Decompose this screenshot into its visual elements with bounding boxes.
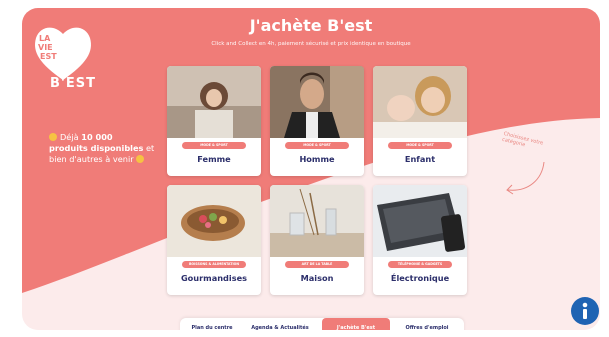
category-label: Électronique [390, 273, 450, 283]
promo-highlight: produits disponibles [49, 143, 144, 154]
category-tag: BOISSONS & ALIMENTATION [182, 261, 246, 268]
category-tag: MODE & SPORT [182, 142, 246, 149]
logo-text-est: EST [40, 52, 57, 61]
nav-item-plan[interactable]: Plan du centre [186, 318, 238, 330]
category-label: Gourmandises [180, 273, 248, 283]
page-subtitle: Click and Collect en 4h, paiement sécuri… [211, 41, 411, 47]
nav-item-offres[interactable]: Offres d'emploi [394, 318, 460, 330]
category-label: Maison [300, 273, 334, 283]
category-card-gourmandises[interactable]: BOISSONS & ALIMENTATION Gourmandises [167, 185, 261, 295]
category-card-homme[interactable]: MODE & SPORT Homme [270, 66, 364, 176]
homme-photo [270, 66, 364, 138]
category-label: Homme [299, 154, 335, 164]
nav-item-agenda[interactable]: Agenda & Actualités [242, 318, 318, 330]
page-title: J'achète B'est [249, 16, 373, 35]
logo-text-best: B'EST [50, 76, 96, 91]
category-tag: MODE & SPORT [285, 142, 349, 149]
promo-prefix: Déjà [60, 132, 82, 142]
category-tag: MODE & SPORT [388, 142, 452, 149]
page-frame: LA VIE EST B'EST J'achète B'est Click an… [22, 8, 600, 330]
category-card-enfant[interactable]: MODE & SPORT Enfant [373, 66, 467, 176]
category-tag: ART DE LA TABLE [285, 261, 349, 268]
category-card-femme[interactable]: MODE & SPORT Femme [167, 66, 261, 176]
category-tag: TÉLÉPHONIE & GADGETS [388, 261, 452, 268]
category-card-electronique[interactable]: TÉLÉPHONIE & GADGETS Électronique [373, 185, 467, 295]
electronique-photo [373, 185, 467, 257]
bottom-nav: Plan du centre Agenda & Actualités J'ach… [180, 318, 464, 330]
category-card-maison[interactable]: ART DE LA TABLE Maison [270, 185, 364, 295]
enfant-photo [373, 66, 467, 138]
maison-photo [270, 185, 364, 257]
gourmandises-photo [167, 185, 261, 257]
category-label: Femme [197, 154, 231, 164]
smile-emoji-icon [136, 155, 145, 164]
femme-photo [167, 66, 261, 138]
smile-emoji-icon [49, 133, 57, 141]
curved-arrow-icon [506, 161, 545, 195]
promo-text: Déjà 10 000 produits disponibles et bien… [49, 132, 159, 165]
category-label: Enfant [404, 154, 436, 164]
nav-item-jachete[interactable]: J'achète B'est [322, 318, 390, 330]
info-icon[interactable] [570, 296, 600, 326]
promo-count: 10 000 [81, 132, 113, 142]
